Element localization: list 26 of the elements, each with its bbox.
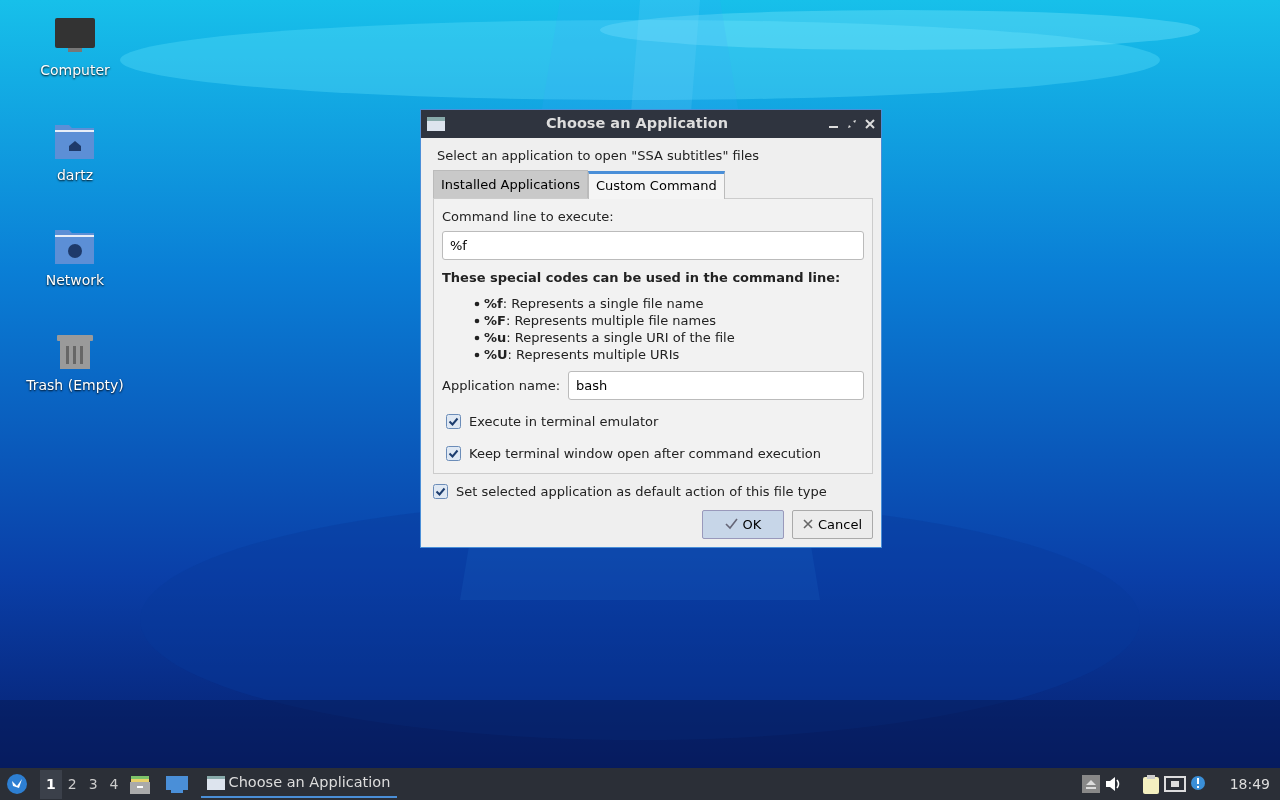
taskbar-task[interactable]: Choose an Application xyxy=(200,770,397,798)
app-name-field[interactable]: bash xyxy=(568,371,864,400)
checkbox-label[interactable]: Set selected application as default action of this file type xyxy=(456,482,827,502)
codes-heading: These special codes can be used in the command line: xyxy=(442,268,842,287)
cancel-button[interactable]: Cancel xyxy=(791,509,873,539)
window-title: Choose an Application xyxy=(544,114,729,134)
code-description: %U: Represents multiple URIs xyxy=(484,346,680,363)
prompt-text: Select an application to open "SSA subtitles" files xyxy=(437,147,761,165)
workspace-button[interactable]: 4 xyxy=(103,769,125,799)
code-description: %F: Represents multiple file names xyxy=(484,312,716,329)
code-description: %u: Represents a single URI of the file xyxy=(484,329,735,346)
tab[interactable]: Installed Applications xyxy=(433,169,588,198)
workspace-button[interactable]: 3 xyxy=(82,769,104,799)
checkbox-label[interactable]: Keep terminal window open after command execution xyxy=(469,443,821,463)
icon-label[interactable]: Trash (Empty) xyxy=(26,375,124,396)
command-field[interactable]: %f xyxy=(442,230,864,260)
icon-label[interactable]: Network xyxy=(45,270,105,291)
ok-button[interactable]: OK xyxy=(701,509,784,539)
clock: 18:49 xyxy=(1229,774,1270,794)
workspace-button[interactable]: 2 xyxy=(61,769,83,799)
field-label: Application name: xyxy=(442,376,560,395)
field-label: Command line to execute: xyxy=(442,208,615,226)
workspace-button[interactable]: 1 xyxy=(40,769,62,799)
checkbox-label[interactable]: Execute in terminal emulator xyxy=(469,412,659,432)
code-description: %f: Represents a single file name xyxy=(484,295,704,312)
tab[interactable]: Custom Command xyxy=(587,170,725,199)
